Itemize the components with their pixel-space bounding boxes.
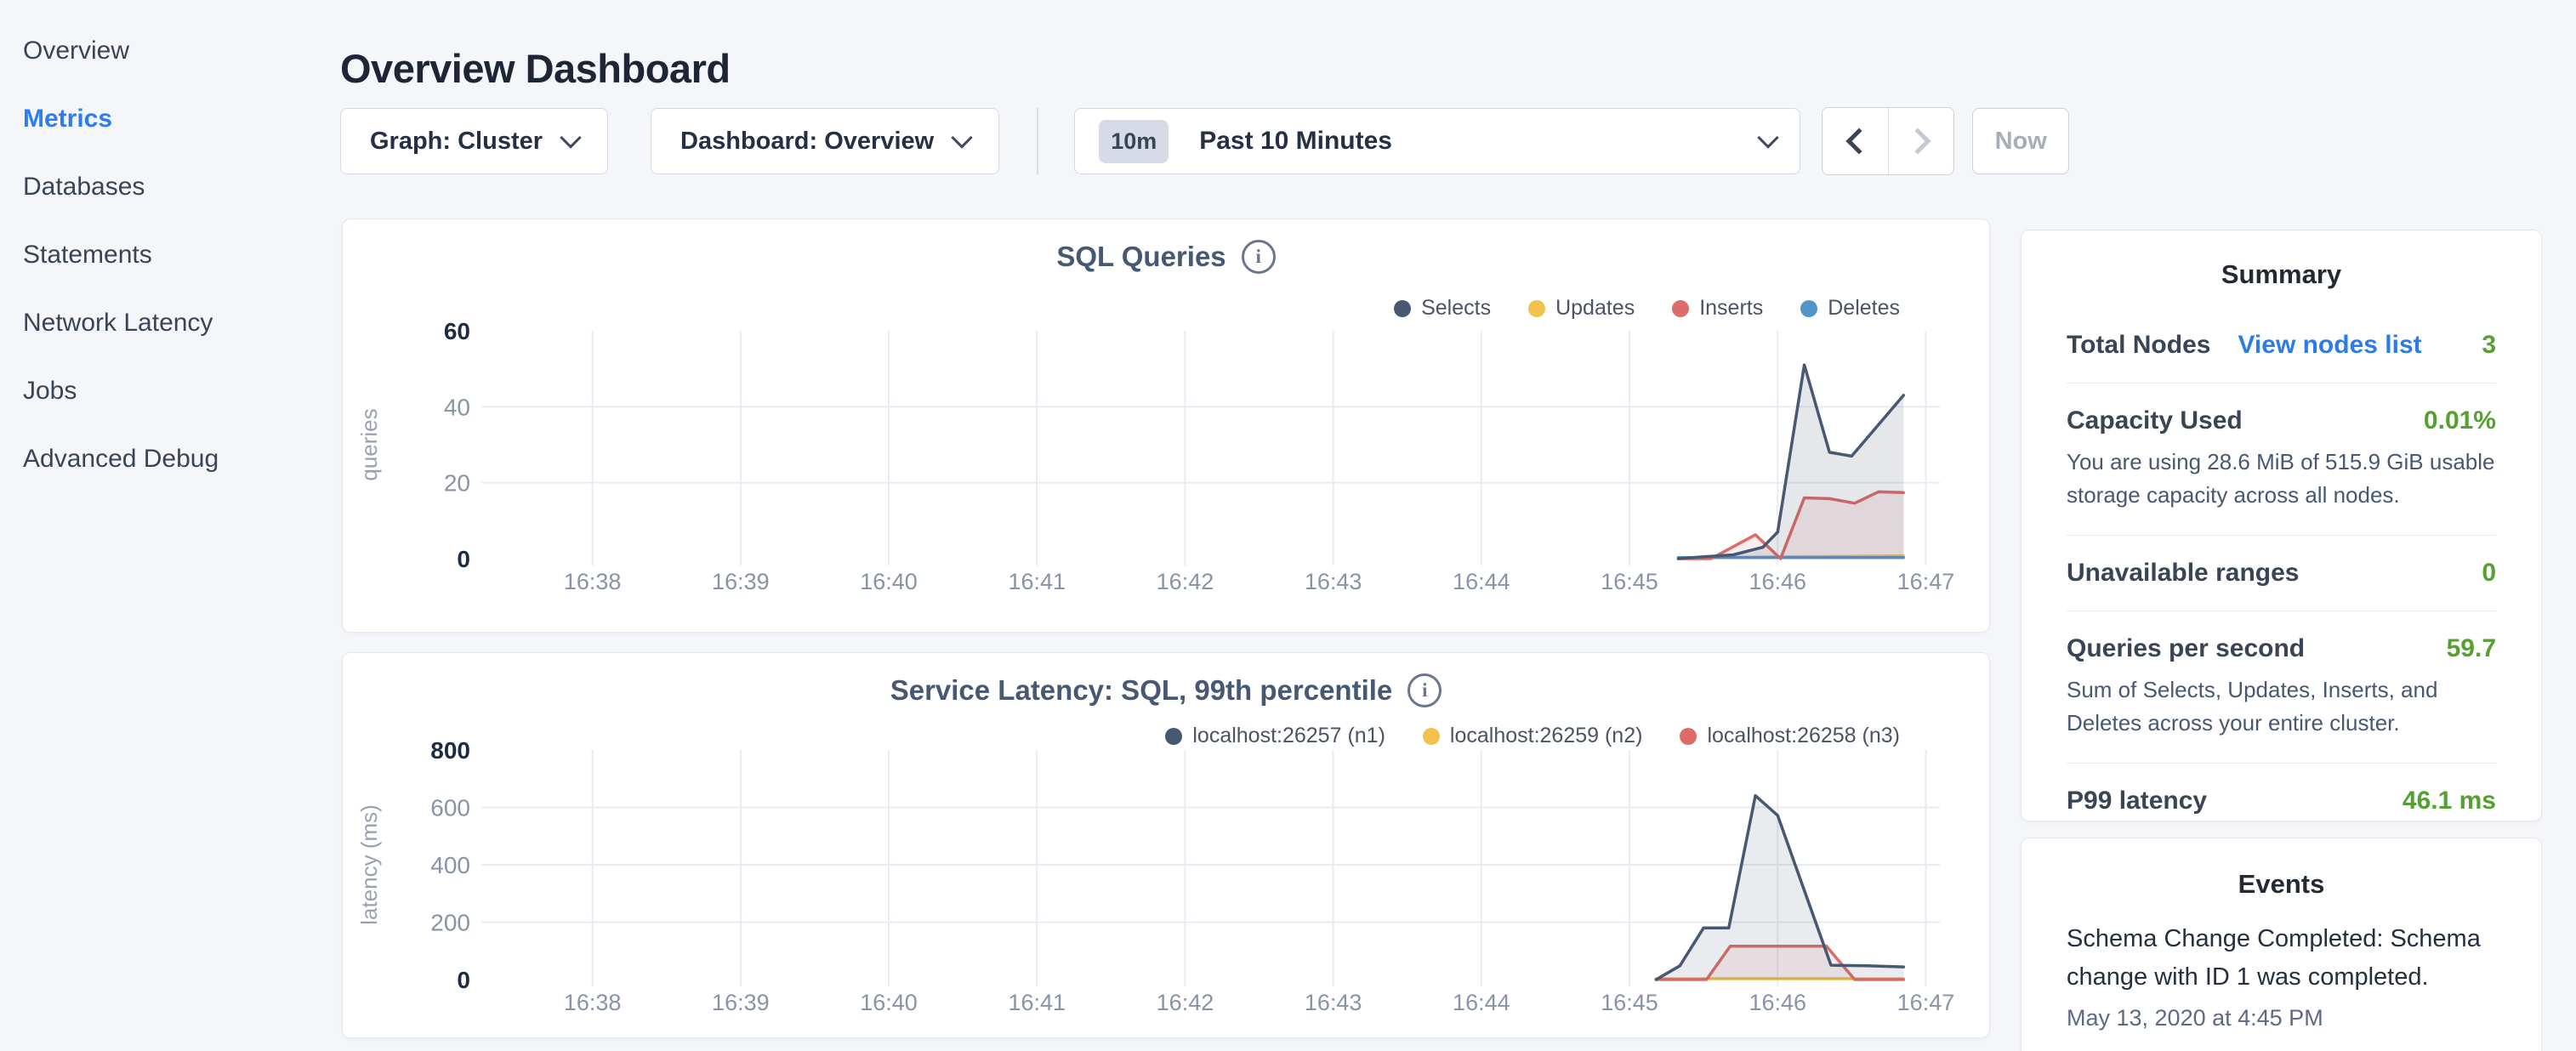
y-tick-label: 600 bbox=[430, 795, 470, 821]
graph-scope-dropdown[interactable]: Graph: Cluster bbox=[340, 108, 608, 174]
events-title: Events bbox=[2067, 869, 2496, 900]
summary-label: Total Nodes bbox=[2067, 331, 2210, 360]
x-tick-label: 16:41 bbox=[1008, 990, 1066, 1015]
summary-row-total-nodes: Total Nodes View nodes list 3 bbox=[2067, 331, 2496, 360]
prev-timeframe-button[interactable] bbox=[1823, 108, 1888, 174]
sidebar-item-jobs[interactable]: Jobs bbox=[0, 357, 336, 425]
x-tick-label: 16:46 bbox=[1749, 990, 1806, 1015]
y-tick-label: 200 bbox=[430, 910, 470, 936]
toolbar-divider bbox=[1037, 108, 1038, 174]
x-tick-label: 16:46 bbox=[1749, 569, 1806, 594]
x-tick-label: 16:43 bbox=[1305, 990, 1362, 1015]
time-range-label: Past 10 Minutes bbox=[1199, 127, 1760, 156]
graph-scope-label: Graph: Cluster bbox=[370, 128, 543, 156]
x-tick-label: 16:45 bbox=[1601, 569, 1658, 594]
y-tick-label: 800 bbox=[430, 737, 470, 764]
summary-label: Queries per second bbox=[2067, 634, 2305, 663]
view-nodes-list-link[interactable]: View nodes list bbox=[2238, 331, 2421, 360]
event-text: Schema Change Completed: Schema change w… bbox=[2067, 920, 2496, 997]
time-pager bbox=[1822, 107, 1954, 175]
time-range-badge: 10m bbox=[1099, 120, 1169, 163]
chevron-down-icon bbox=[560, 127, 581, 148]
chart-title: Service Latency: SQL, 99th percentile bbox=[890, 674, 1393, 707]
service-latency-chart-card: Service Latency: SQL, 99th percentile i … bbox=[342, 652, 1990, 1038]
y-tick-label: 0 bbox=[457, 546, 470, 572]
y-tick-label: 0 bbox=[457, 967, 470, 993]
y-tick-label: 40 bbox=[444, 394, 470, 420]
x-tick-label: 16:47 bbox=[1897, 990, 1955, 1015]
summary-panel: Summary Total Nodes View nodes list 3 Ca… bbox=[2021, 230, 2542, 821]
y-axis-label: latency (ms) bbox=[356, 804, 382, 925]
summary-value: 46.1 ms bbox=[2403, 787, 2496, 815]
service-latency-plot[interactable]: 16:38 16:39 16:40 16:41 16:42 16:43 16:44 16:45… bbox=[343, 732, 1991, 1039]
next-timeframe-button[interactable] bbox=[1888, 108, 1953, 174]
dashboard-dropdown[interactable]: Dashboard: Overview bbox=[651, 108, 999, 174]
summary-row-capacity: Capacity Used 0.01% You are using 28.6 M… bbox=[2067, 406, 2496, 512]
sidebar-nav: Overview Metrics Databases Statements Ne… bbox=[0, 0, 336, 1051]
summary-label: P99 latency bbox=[2067, 787, 2207, 815]
sidebar-item-overview[interactable]: Overview bbox=[0, 17, 336, 85]
info-icon[interactable]: i bbox=[1242, 240, 1276, 274]
x-tick-label: 16:43 bbox=[1305, 569, 1362, 594]
chevron-left-icon bbox=[1845, 128, 1872, 154]
info-icon[interactable]: i bbox=[1407, 673, 1442, 707]
summary-title: Summary bbox=[2067, 259, 2496, 290]
summary-value: 0 bbox=[2482, 559, 2496, 588]
summary-row-qps: Queries per second 59.7 Sum of Selects, … bbox=[2067, 634, 2496, 740]
summary-subtext: Sum of Selects, Updates, Inserts, and De… bbox=[2067, 673, 2496, 740]
sidebar-item-statements[interactable]: Statements bbox=[0, 221, 336, 289]
x-tick-label: 16:38 bbox=[564, 990, 622, 1015]
sidebar-item-network-latency[interactable]: Network Latency bbox=[0, 289, 336, 357]
toolbar: Graph: Cluster Dashboard: Overview 10m P… bbox=[340, 108, 2069, 174]
legend-dot bbox=[1672, 300, 1689, 317]
x-tick-label: 16:40 bbox=[860, 569, 918, 594]
x-tick-label: 16:42 bbox=[1157, 990, 1214, 1015]
y-tick-label: 60 bbox=[444, 318, 470, 344]
legend-dot bbox=[1394, 300, 1411, 317]
sql-queries-chart-card: SQL Queries i Selects Updates Inserts De… bbox=[342, 219, 1990, 633]
x-tick-label: 16:39 bbox=[712, 569, 770, 594]
chart-title: SQL Queries bbox=[1056, 241, 1225, 273]
summary-value: 0.01% bbox=[2424, 406, 2496, 435]
summary-value: 59.7 bbox=[2447, 634, 2496, 663]
now-button[interactable]: Now bbox=[1972, 108, 2069, 174]
x-tick-label: 16:40 bbox=[860, 990, 918, 1015]
page-title: Overview Dashboard bbox=[340, 45, 731, 92]
divider bbox=[2067, 535, 2496, 536]
x-tick-label: 16:47 bbox=[1897, 569, 1955, 594]
legend-dot bbox=[1800, 300, 1817, 317]
summary-subtext: You are using 28.6 MiB of 515.9 GiB usab… bbox=[2067, 446, 2496, 512]
summary-label: Unavailable ranges bbox=[2067, 559, 2299, 588]
sidebar-item-databases[interactable]: Databases bbox=[0, 153, 336, 221]
y-axis-label: queries bbox=[356, 408, 382, 480]
summary-row-unavailable-ranges: Unavailable ranges 0 bbox=[2067, 559, 2496, 588]
x-tick-label: 16:39 bbox=[712, 990, 770, 1015]
db-console-page: Overview Metrics Databases Statements Ne… bbox=[0, 0, 2576, 1051]
x-tick-label: 16:44 bbox=[1453, 990, 1510, 1015]
summary-value: 3 bbox=[2482, 331, 2496, 360]
chevron-right-icon bbox=[1905, 128, 1931, 154]
x-tick-label: 16:42 bbox=[1157, 569, 1214, 594]
chevron-down-icon bbox=[951, 127, 972, 148]
summary-row-p99: P99 latency 46.1 ms bbox=[2067, 787, 2496, 815]
dashboard-label: Dashboard: Overview bbox=[680, 128, 934, 156]
sql-queries-plot[interactable]: 16:38 16:39 16:40 16:41 16:42 16:43 16:44 16:45… bbox=[343, 315, 1991, 633]
y-tick-label: 20 bbox=[444, 470, 470, 497]
x-tick-label: 16:38 bbox=[564, 569, 622, 594]
chevron-down-icon bbox=[1757, 127, 1778, 148]
sidebar-item-advanced-debug[interactable]: Advanced Debug bbox=[0, 425, 336, 493]
divider bbox=[2067, 763, 2496, 764]
events-panel: Events Schema Change Completed: Schema c… bbox=[2021, 838, 2542, 1051]
time-range-dropdown[interactable]: 10m Past 10 Minutes bbox=[1074, 108, 1800, 174]
event-timestamp: May 13, 2020 at 4:45 PM bbox=[2067, 1005, 2496, 1031]
sidebar-item-metrics[interactable]: Metrics bbox=[0, 85, 336, 153]
x-tick-label: 16:41 bbox=[1008, 569, 1066, 594]
summary-label: Capacity Used bbox=[2067, 406, 2243, 435]
event-list-item[interactable]: Schema Change Completed: Schema change w… bbox=[2067, 920, 2496, 1031]
series-area bbox=[1679, 365, 1904, 559]
x-tick-label: 16:44 bbox=[1453, 569, 1510, 594]
x-tick-label: 16:45 bbox=[1601, 990, 1658, 1015]
y-tick-label: 400 bbox=[430, 852, 470, 878]
legend-dot bbox=[1528, 300, 1545, 317]
